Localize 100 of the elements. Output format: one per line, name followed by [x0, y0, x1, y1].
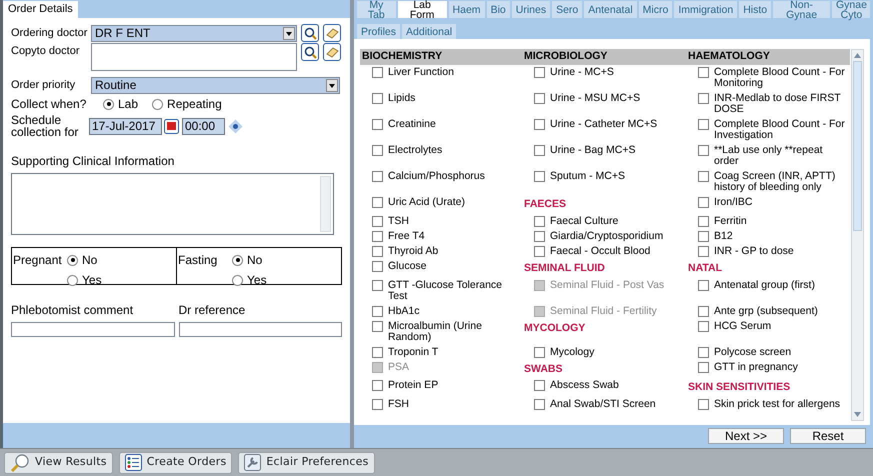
- checkbox[interactable]: [698, 119, 709, 130]
- checkbox[interactable]: [698, 399, 709, 410]
- radio-button[interactable]: [232, 274, 243, 286]
- checkbox[interactable]: [372, 93, 383, 104]
- tab[interactable]: Antenatal: [584, 1, 637, 18]
- checkbox[interactable]: [372, 306, 383, 316]
- checkbox[interactable]: [372, 380, 383, 392]
- tab[interactable]: Gynae Cyto: [832, 1, 870, 18]
- radio-label: Repeating: [167, 96, 222, 113]
- checkbox[interactable]: [534, 216, 545, 227]
- checkbox[interactable]: [534, 171, 545, 182]
- radio-button[interactable]: [67, 274, 78, 286]
- test-label: Urine - MSU MC+S: [550, 93, 640, 104]
- date-field[interactable]: 17-Jul-2017: [89, 118, 162, 134]
- time-field[interactable]: 00:00: [182, 118, 225, 134]
- checkbox[interactable]: [534, 67, 545, 78]
- radio-label: Yes: [82, 272, 102, 289]
- spinner-icon[interactable]: [228, 118, 243, 134]
- checkbox[interactable]: [372, 145, 383, 156]
- checkbox[interactable]: [698, 246, 709, 257]
- taskbar-button[interactable]: View Results: [4, 452, 113, 474]
- checkbox[interactable]: [534, 346, 545, 358]
- checkbox[interactable]: [534, 145, 545, 156]
- test-label: Glucose: [388, 260, 427, 272]
- tab[interactable]: My Tab: [357, 1, 396, 18]
- order-details-tab[interactable]: Order Details: [3, 1, 78, 18]
- test-label: Sputum - MC+S: [550, 171, 625, 182]
- checkbox[interactable]: [698, 67, 709, 78]
- test-label: Microalbumin (Urine Random): [388, 320, 483, 342]
- checkbox[interactable]: [372, 119, 383, 130]
- checkbox[interactable]: [372, 230, 383, 242]
- checkbox[interactable]: [372, 320, 383, 332]
- checkbox[interactable]: [534, 246, 545, 257]
- test-label: Seminal Fluid - Post Vas: [550, 280, 664, 290]
- tab[interactable]: Additional: [402, 24, 456, 39]
- search-icon: [304, 26, 316, 40]
- eraser-button[interactable]: [323, 24, 341, 42]
- checkbox[interactable]: [698, 93, 709, 104]
- tab[interactable]: Non-Gynae: [773, 1, 830, 18]
- clinical-info-field[interactable]: [11, 173, 334, 235]
- checkbox[interactable]: [372, 246, 383, 257]
- phlebotomist-comment-field[interactable]: [11, 322, 174, 337]
- search-button[interactable]: [301, 43, 319, 61]
- checkbox[interactable]: [372, 280, 383, 290]
- dr-reference-field[interactable]: [178, 322, 342, 337]
- tab[interactable]: Sero: [552, 1, 582, 18]
- checkbox[interactable]: [372, 197, 383, 208]
- checkbox[interactable]: [698, 280, 709, 290]
- search-button[interactable]: [301, 24, 319, 42]
- scrollbar[interactable]: [851, 49, 864, 421]
- checkbox[interactable]: [534, 93, 545, 104]
- ordering-doctor-dropdown[interactable]: DR F ENT: [91, 24, 297, 42]
- radio-button[interactable]: [103, 98, 114, 110]
- tab[interactable]: Bio: [486, 1, 510, 18]
- field-label: Order priority: [11, 78, 76, 93]
- checkbox[interactable]: [698, 320, 709, 332]
- checkbox[interactable]: [698, 230, 709, 242]
- tab[interactable]: Micro: [638, 1, 672, 18]
- eraser-button[interactable]: [323, 43, 341, 61]
- calendar-icon[interactable]: [164, 118, 179, 134]
- checkbox[interactable]: [534, 230, 545, 242]
- tab[interactable]: Histo: [739, 1, 772, 18]
- radio-button[interactable]: [152, 98, 164, 110]
- checkbox[interactable]: [534, 380, 545, 392]
- scrollbar[interactable]: [320, 176, 331, 232]
- radio-button[interactable]: [232, 254, 243, 266]
- tab[interactable]: Urines: [512, 1, 550, 18]
- checkbox[interactable]: [698, 216, 709, 227]
- checkbox[interactable]: [372, 67, 383, 78]
- test-label: Electrolytes: [388, 145, 442, 156]
- checkbox[interactable]: [534, 119, 545, 130]
- taskbar-button[interactable]: Eclair Preferences: [238, 452, 375, 474]
- checkbox[interactable]: [698, 362, 709, 372]
- tab[interactable]: Lab Form: [398, 1, 447, 18]
- checkbox[interactable]: [372, 171, 383, 182]
- copyto-doctor-field[interactable]: [91, 43, 297, 71]
- tab[interactable]: Haem: [448, 1, 485, 18]
- checkbox[interactable]: [372, 346, 383, 358]
- next-button[interactable]: Next >>: [708, 428, 784, 444]
- checkbox[interactable]: [372, 216, 383, 227]
- test-label: Thyroid Ab: [388, 246, 438, 257]
- checkbox[interactable]: [372, 399, 383, 410]
- tab[interactable]: Immigration: [674, 1, 738, 18]
- checkbox[interactable]: [698, 145, 709, 156]
- test-label: Faecal Culture: [550, 216, 618, 227]
- checkbox[interactable]: [534, 399, 545, 410]
- test-label: Giardia/Cryptosporidium: [550, 230, 664, 242]
- checkbox[interactable]: [372, 260, 383, 272]
- taskbar-button[interactable]: Create Orders: [118, 452, 232, 474]
- checkbox[interactable]: [698, 171, 709, 182]
- order-priority-dropdown[interactable]: Routine: [91, 76, 340, 94]
- field-label: Phlebotomist comment: [11, 302, 134, 319]
- scroll-down-icon[interactable]: [854, 412, 861, 417]
- checkbox[interactable]: [698, 346, 709, 358]
- scroll-up-icon[interactable]: [854, 53, 861, 58]
- radio-button[interactable]: [67, 254, 78, 266]
- reset-button[interactable]: Reset: [790, 428, 866, 444]
- checkbox[interactable]: [698, 197, 709, 208]
- checkbox[interactable]: [698, 306, 709, 316]
- tab[interactable]: Profiles: [357, 24, 400, 39]
